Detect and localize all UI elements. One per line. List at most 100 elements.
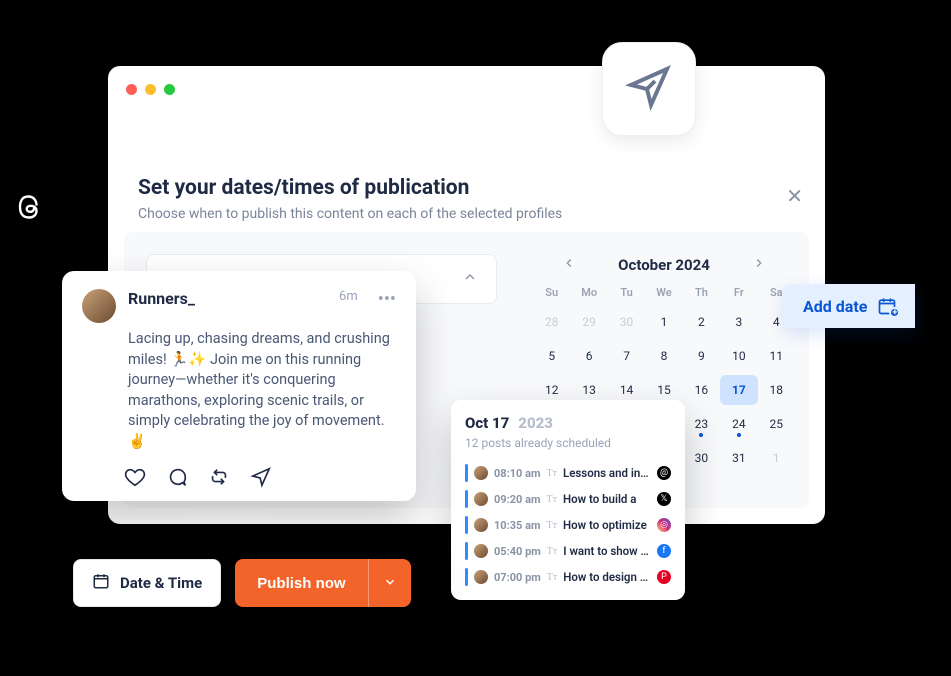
- post-title: I want to show you: [563, 544, 651, 558]
- calendar-day[interactable]: 5: [533, 341, 570, 371]
- post-age: 6m: [339, 289, 358, 304]
- calendar-day[interactable]: 30: [683, 443, 720, 473]
- scheduled-post-row[interactable]: 07:00 pm Tт How to design your P: [465, 564, 671, 590]
- post-preview-card: Runners_ 6m ••• Lacing up, chasing dream…: [62, 271, 416, 501]
- publish-button-group: Date & Time Publish now: [73, 559, 411, 607]
- share-icon[interactable]: [250, 466, 272, 492]
- popover-summary: 12 posts already scheduled: [465, 436, 671, 450]
- paper-plane-icon: [625, 63, 673, 115]
- calendar-day[interactable]: 31: [720, 443, 757, 473]
- window-traffic-lights: [126, 84, 175, 95]
- calendar-dow: We: [645, 286, 682, 303]
- popover-year: 2023: [518, 414, 553, 432]
- calendar-add-icon: +: [877, 296, 897, 316]
- calendar-icon: [92, 572, 110, 594]
- text-type-icon: Tт: [547, 546, 557, 557]
- text-type-icon: Tт: [547, 520, 557, 531]
- text-type-icon: Tт: [547, 494, 557, 505]
- publish-now-button[interactable]: Publish now: [235, 559, 367, 607]
- text-type-icon: Tт: [547, 468, 557, 479]
- calendar-day[interactable]: 3: [720, 307, 757, 337]
- post-time: 07:00 pm: [494, 571, 541, 584]
- calendar-day[interactable]: 24: [720, 409, 757, 439]
- post-more-button[interactable]: •••: [378, 289, 396, 310]
- add-date-button[interactable]: Add date +: [783, 284, 915, 328]
- calendar-day[interactable]: 16: [683, 375, 720, 405]
- calendar-day[interactable]: 2: [683, 307, 720, 337]
- row-accent: [465, 464, 468, 482]
- avatar: [474, 570, 488, 584]
- avatar: [474, 492, 488, 506]
- instagram-icon: ◎: [657, 518, 671, 532]
- post-body: Lacing up, chasing dreams, and crushing …: [128, 329, 396, 452]
- comment-icon[interactable]: [166, 466, 188, 492]
- post-time: 09:20 am: [494, 493, 541, 506]
- calendar-day[interactable]: 29: [570, 307, 607, 337]
- calendar-month-label: October 2024: [618, 256, 710, 274]
- chevron-up-icon: [462, 269, 478, 289]
- avatar: [82, 289, 116, 323]
- scheduled-post-row[interactable]: 09:20 am Tт How to build a 𝕏: [465, 486, 671, 512]
- x-icon: 𝕏: [657, 492, 671, 506]
- window-zoom-dot[interactable]: [164, 84, 175, 95]
- window-minimize-dot[interactable]: [145, 84, 156, 95]
- calendar-day[interactable]: 18: [758, 375, 795, 405]
- window-close-dot[interactable]: [126, 84, 137, 95]
- calendar-day[interactable]: 9: [683, 341, 720, 371]
- calendar-day[interactable]: 28: [533, 307, 570, 337]
- calendar-dow: Th: [683, 286, 720, 303]
- row-accent: [465, 542, 468, 560]
- add-date-label: Add date: [803, 297, 867, 316]
- calendar-prev-button[interactable]: [562, 256, 576, 274]
- calendar-day[interactable]: 6: [570, 341, 607, 371]
- avatar: [474, 518, 488, 532]
- facebook-icon: f: [657, 544, 671, 558]
- modal-title: Set your dates/times of publication: [138, 176, 562, 200]
- calendar-day[interactable]: 23: [683, 409, 720, 439]
- popover-date: Oct 17: [465, 414, 509, 432]
- text-type-icon: Tт: [547, 572, 557, 583]
- post-time: 10:35 am: [494, 519, 541, 532]
- scheduled-post-row[interactable]: 05:40 pm Tт I want to show you f: [465, 538, 671, 564]
- send-badge: [602, 42, 696, 136]
- calendar-day[interactable]: 8: [645, 341, 682, 371]
- repost-icon[interactable]: [208, 466, 230, 492]
- post-title: How to optimize: [563, 518, 651, 532]
- threads-icon: [8, 186, 50, 228]
- calendar-next-button[interactable]: [752, 256, 766, 274]
- row-accent: [465, 568, 468, 586]
- calendar-day[interactable]: 30: [608, 307, 645, 337]
- post-time: 08:10 am: [494, 467, 541, 480]
- publish-dropdown-button[interactable]: [368, 559, 411, 607]
- post-title: How to design your: [563, 570, 651, 584]
- calendar-day[interactable]: 17: [720, 375, 757, 405]
- like-icon[interactable]: [124, 466, 146, 492]
- calendar-day[interactable]: 1: [645, 307, 682, 337]
- day-schedule-popover: Oct 17 2023 12 posts already scheduled 0…: [451, 400, 685, 600]
- calendar-day[interactable]: 10: [720, 341, 757, 371]
- avatar: [474, 466, 488, 480]
- close-icon[interactable]: ✕: [786, 184, 803, 208]
- calendar-day[interactable]: 1: [758, 443, 795, 473]
- calendar-dow: Mo: [570, 286, 607, 303]
- modal-subtitle: Choose when to publish this content on e…: [138, 206, 562, 222]
- calendar-day[interactable]: 25: [758, 409, 795, 439]
- calendar-day[interactable]: 11: [758, 341, 795, 371]
- post-title: How to build a: [563, 492, 651, 506]
- date-time-label: Date & Time: [120, 574, 202, 592]
- calendar-day[interactable]: 7: [608, 341, 645, 371]
- post-username[interactable]: Runners_: [128, 289, 195, 308]
- chevron-down-icon: [383, 576, 397, 592]
- post-time: 05:40 pm: [494, 545, 541, 558]
- scheduled-post-row[interactable]: 10:35 am Tт How to optimize ◎: [465, 512, 671, 538]
- post-title: Lessons and insight: [563, 466, 651, 480]
- threads-icon: @: [657, 466, 671, 480]
- row-accent: [465, 490, 468, 508]
- date-time-button[interactable]: Date & Time: [73, 559, 221, 607]
- scheduled-post-row[interactable]: 08:10 am Tт Lessons and insight @: [465, 460, 671, 486]
- calendar-dow: Tu: [608, 286, 645, 303]
- row-accent: [465, 516, 468, 534]
- calendar-dow: Su: [533, 286, 570, 303]
- calendar-dow: Fr: [720, 286, 757, 303]
- pinterest-icon: P: [657, 570, 671, 584]
